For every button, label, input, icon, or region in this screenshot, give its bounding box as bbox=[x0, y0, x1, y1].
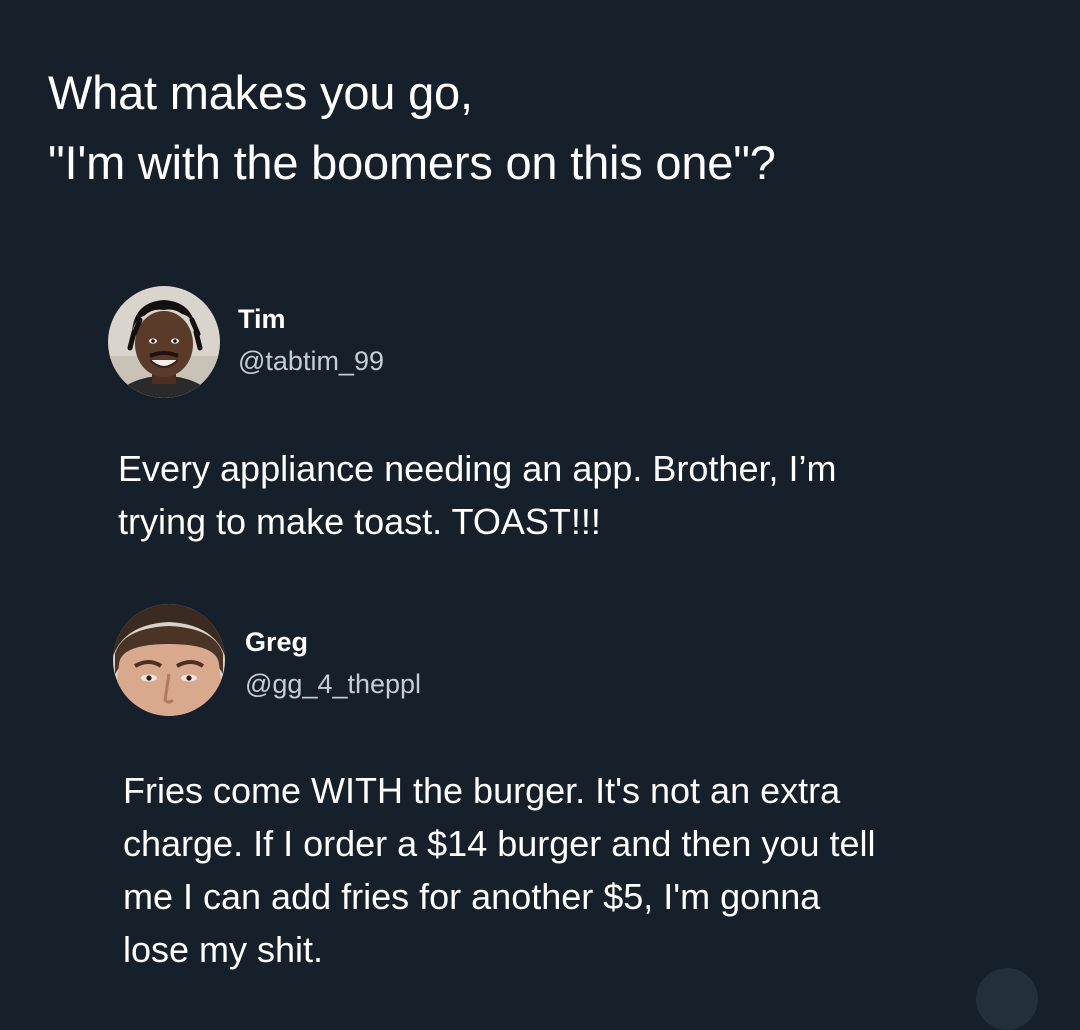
reply-text-line: charge. If I order a $14 burger and then… bbox=[123, 823, 876, 864]
avatar-photo-icon bbox=[113, 604, 225, 716]
reply-text-line: trying to make toast. TOAST!!! bbox=[118, 501, 601, 542]
reply-text-line: Every appliance needing an app. Brother,… bbox=[118, 448, 837, 489]
user-handle[interactable]: @tabtim_99 bbox=[238, 346, 384, 377]
avatar[interactable] bbox=[108, 286, 220, 398]
reply-text: Fries come WITH the burger. It's not an … bbox=[123, 764, 875, 976]
question-heading: What makes you go, "I'm with the boomers… bbox=[48, 58, 1048, 198]
reply-text-line: me I can add fries for another $5, I'm g… bbox=[123, 876, 821, 917]
avatar-photo-icon bbox=[108, 286, 220, 398]
reply-text-line: lose my shit. bbox=[123, 929, 324, 970]
user-name[interactable]: Tim bbox=[238, 304, 286, 335]
question-line: What makes you go, bbox=[48, 66, 473, 119]
partial-circle-icon bbox=[976, 968, 1038, 1030]
avatar[interactable] bbox=[113, 604, 225, 716]
user-name[interactable]: Greg bbox=[245, 627, 308, 658]
reply-text: Every appliance needing an app. Brother,… bbox=[118, 442, 836, 548]
question-line: "I'm with the boomers on this one"? bbox=[48, 136, 776, 189]
reply-text-line: Fries come WITH the burger. It's not an … bbox=[123, 770, 841, 811]
user-handle[interactable]: @gg_4_theppl bbox=[245, 669, 421, 700]
screenshot-page: What makes you go, "I'm with the boomers… bbox=[0, 0, 1080, 1030]
